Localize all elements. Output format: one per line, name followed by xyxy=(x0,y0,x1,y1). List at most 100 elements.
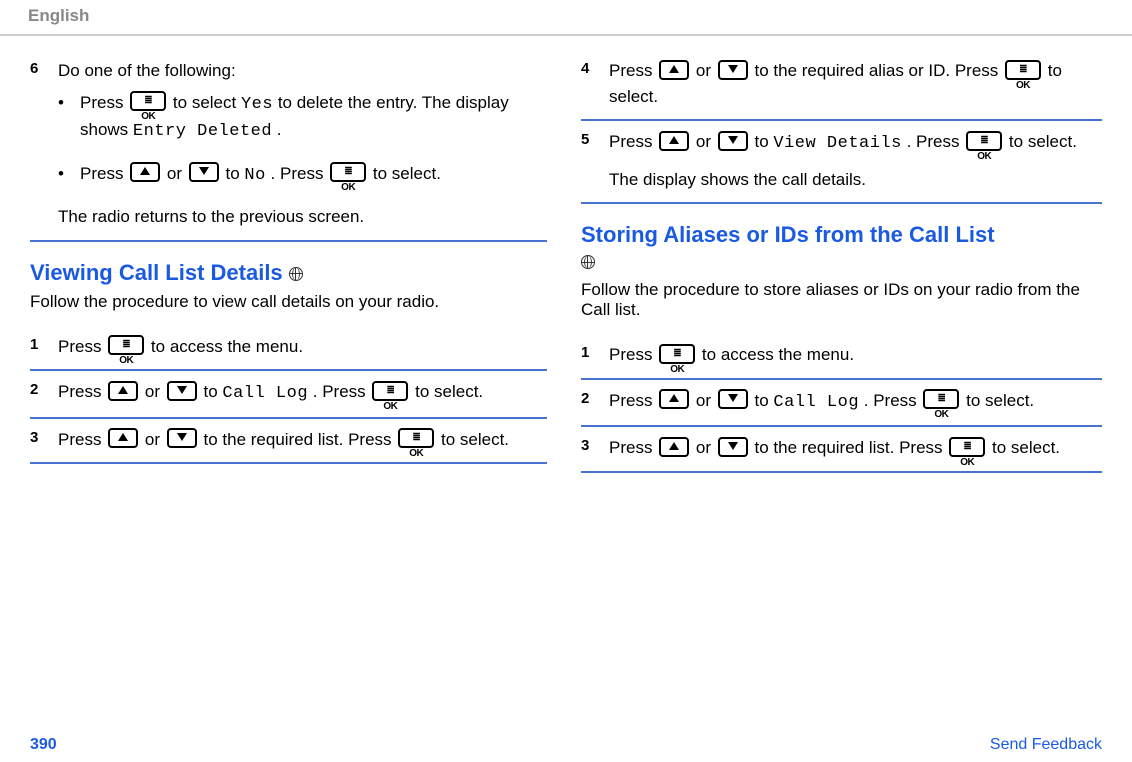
step-5: 5 Press or to View Details . Press ≣ OK … xyxy=(581,121,1102,204)
text: Press xyxy=(609,345,657,364)
section-title-storing: Storing Aliases or IDs from the Call Lis… xyxy=(581,222,1102,274)
text: or xyxy=(145,382,165,401)
section-intro: Follow the procedure to store aliases or… xyxy=(581,280,1102,320)
up-button-icon xyxy=(108,381,138,401)
up-button-icon xyxy=(130,162,160,182)
step-body: Press ≣ OK to access the menu. xyxy=(58,334,547,360)
text: to xyxy=(204,382,223,401)
text: or xyxy=(145,430,165,449)
text: . Press xyxy=(907,132,965,151)
up-button-icon xyxy=(659,60,689,80)
text: Press xyxy=(58,382,106,401)
step-3: 3 Press or to the required list. Press ≣… xyxy=(581,427,1102,473)
text: Press xyxy=(80,164,128,183)
text: Press xyxy=(609,61,657,80)
down-button-icon xyxy=(167,381,197,401)
text: . Press xyxy=(313,382,371,401)
step-number: 4 xyxy=(581,58,609,109)
text: . Press xyxy=(864,391,922,410)
step-body: Press or to the required list. Press ≣ O… xyxy=(58,427,547,453)
footer: 390 Send Feedback xyxy=(0,736,1132,754)
left-column: 6 Do one of the following: • Press ≣ OK … xyxy=(30,50,571,473)
bullet-item: • Press ≣ OK to select Yes to delete the… xyxy=(58,90,547,145)
ok-button-icon: ≣ OK xyxy=(130,91,166,111)
text: to the required list. Press xyxy=(755,438,948,457)
return-text: The radio returns to the previous screen… xyxy=(58,204,547,230)
down-button-icon xyxy=(718,437,748,457)
bullet-marker: • xyxy=(58,90,80,145)
ok-button-icon: ≣ OK xyxy=(923,389,959,409)
send-feedback-link[interactable]: Send Feedback xyxy=(990,736,1102,754)
mono-call-log: Call Log xyxy=(773,393,859,412)
up-button-icon xyxy=(659,437,689,457)
step-tail: The display shows the call details. xyxy=(609,167,1102,193)
step-body: Press or to View Details . Press ≣ OK to… xyxy=(609,129,1102,192)
up-button-icon xyxy=(659,131,689,151)
text: to the required alias or ID. Press xyxy=(755,61,1004,80)
step-number: 2 xyxy=(30,379,58,407)
mono-no: No xyxy=(244,166,265,185)
step-body: Press or to Call Log . Press ≣ OK to sel… xyxy=(609,388,1102,416)
ok-button-icon: ≣ OK xyxy=(398,428,434,448)
up-button-icon xyxy=(108,428,138,448)
title-text: Storing Aliases or IDs from the Call Lis… xyxy=(581,222,995,247)
text: or xyxy=(696,132,716,151)
step-number: 3 xyxy=(30,427,58,453)
bullet-item: • Press or to No . Press ≣ OK to select. xyxy=(58,161,547,189)
text: or xyxy=(696,438,716,457)
mono-yes: Yes xyxy=(241,95,273,114)
text: or xyxy=(167,164,187,183)
step-3: 3 Press or to the required list. Press ≣… xyxy=(30,419,547,465)
page-header: English xyxy=(0,0,1132,36)
text: to select. xyxy=(441,430,509,449)
bullet-body: Press or to No . Press ≣ OK to select. xyxy=(80,161,547,189)
text: . Press xyxy=(271,164,329,183)
text: to xyxy=(226,164,245,183)
ok-button-icon: ≣ OK xyxy=(949,437,985,457)
down-button-icon xyxy=(167,428,197,448)
step-2: 2 Press or to Call Log . Press ≣ OK to s… xyxy=(30,371,547,419)
ok-button-icon: ≣ OK xyxy=(108,335,144,355)
text: to access the menu. xyxy=(702,345,854,364)
text: Press xyxy=(58,337,106,356)
text: to access the menu. xyxy=(151,337,303,356)
bullet-marker: • xyxy=(58,161,80,189)
step-number: 1 xyxy=(581,342,609,368)
text: to the required list. Press xyxy=(204,430,397,449)
down-button-icon xyxy=(718,389,748,409)
globe-icon xyxy=(289,267,303,281)
ok-button-icon: ≣ OK xyxy=(1005,60,1041,80)
text: to select. xyxy=(1009,132,1077,151)
ok-button-icon: ≣ OK xyxy=(330,162,366,182)
step-body: Press or to the required alias or ID. Pr… xyxy=(609,58,1102,109)
text: to select. xyxy=(992,438,1060,457)
text: or xyxy=(696,391,716,410)
text: to select. xyxy=(415,382,483,401)
title-text: Viewing Call List Details xyxy=(30,260,289,285)
step-number: 3 xyxy=(581,435,609,461)
step-number: 5 xyxy=(581,129,609,192)
section-title-viewing: Viewing Call List Details xyxy=(30,260,547,286)
content-area: 6 Do one of the following: • Press ≣ OK … xyxy=(0,36,1132,473)
up-button-icon xyxy=(659,389,689,409)
text: or xyxy=(696,61,716,80)
text: Press xyxy=(609,438,657,457)
text: to select xyxy=(173,93,241,112)
language-label: English xyxy=(28,6,89,25)
text: Press xyxy=(609,132,657,151)
text: Press xyxy=(58,430,106,449)
ok-button-icon: ≣ OK xyxy=(966,131,1002,151)
step-1: 1 Press ≣ OK to access the menu. xyxy=(581,334,1102,380)
text: Press xyxy=(609,391,657,410)
globe-icon xyxy=(581,255,595,269)
text: to select. xyxy=(966,391,1034,410)
step-number: 2 xyxy=(581,388,609,416)
mono-view-details: View Details xyxy=(773,134,901,153)
right-column: 4 Press or to the required alias or ID. … xyxy=(571,50,1112,473)
text: to xyxy=(755,132,774,151)
step-body: Press ≣ OK to access the menu. xyxy=(609,342,1102,368)
mono-entry-deleted: Entry Deleted xyxy=(133,122,272,141)
text: Press xyxy=(80,93,128,112)
down-button-icon xyxy=(718,131,748,151)
step-6: 6 Do one of the following: • Press ≣ OK … xyxy=(30,50,547,242)
